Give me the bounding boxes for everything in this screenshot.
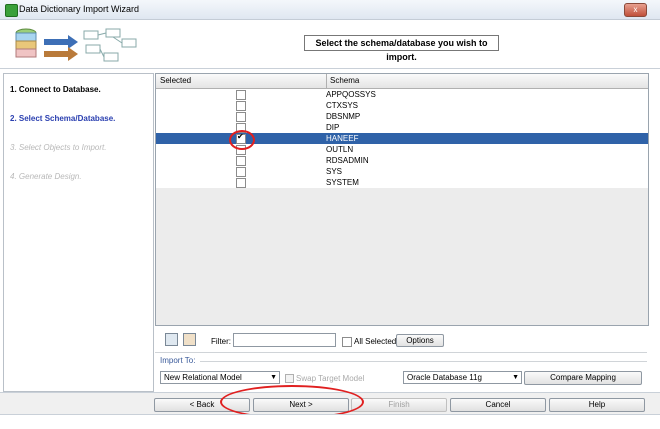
row-checkbox[interactable] [236,112,246,122]
schema-name: RDSADMIN [326,156,369,165]
schema-name: SYSTEM [326,178,359,187]
import-to-label: Import To: [160,356,196,365]
row-checkbox[interactable] [236,156,246,166]
filter-input[interactable] [233,333,336,347]
table-row[interactable]: SYSTEM [156,177,648,189]
schema-name: APPQOSSYS [326,90,376,99]
options-button[interactable]: Options [396,334,444,347]
divider [200,361,647,362]
highlight-annotation [229,130,255,150]
all-selected-checkbox[interactable] [342,337,352,347]
row-checkbox[interactable] [236,178,246,188]
chevron-down-icon: ▼ [270,374,277,381]
select-all-icon[interactable] [165,333,178,346]
deselect-all-icon[interactable] [183,333,196,346]
cancel-button[interactable]: Cancel [450,398,546,412]
window-title: Data Dictionary Import Wizard [19,4,140,14]
schema-name: OUTLN [326,145,354,154]
row-checkbox[interactable] [236,167,246,177]
schema-name: CTXSYS [326,101,359,110]
table-header: Selected Schema [156,74,648,89]
wizard-graphic-icon [15,28,137,62]
background-window [0,414,660,429]
row-checkbox[interactable] [236,101,246,111]
steps-panel: 1. Connect to Database. 2. Select Schema… [3,73,154,392]
app-icon [5,4,18,17]
swap-target-label: Swap Target Model [296,374,365,383]
step-select-schema[interactable]: 2. Select Schema/Database. [10,114,115,123]
database-select[interactable]: Oracle Database 11g ▼ [403,371,522,384]
schema-name: DIP [326,123,340,132]
database-select-value: Oracle Database 11g [407,373,483,382]
step-select-objects: 3. Select Objects to Import. [10,143,107,152]
column-header-schema[interactable]: Schema [326,74,359,88]
step-generate-design: 4. Generate Design. [10,172,82,181]
schema-name: SYS [326,167,343,176]
instruction-text: Select the schema/database you wish to i… [304,35,499,62]
model-select[interactable]: New Relational Model ▼ [160,371,280,384]
schema-name: DBSNMP [326,112,361,121]
row-checkbox[interactable] [236,90,246,100]
step-connect[interactable]: 1. Connect to Database. [10,85,101,94]
chevron-down-icon: ▼ [512,374,519,381]
filter-label: Filter: [211,337,231,346]
finish-button: Finish [351,398,447,412]
close-button[interactable]: x [624,3,647,17]
divider [155,352,647,353]
compare-mapping-button[interactable]: Compare Mapping [524,371,642,385]
filter-bar: Filter: All Selected Options [155,329,647,351]
all-selected-label: All Selected [354,337,397,346]
column-header-selected[interactable]: Selected [160,76,191,85]
help-button[interactable]: Help [549,398,645,412]
swap-target-checkbox [285,374,294,383]
model-select-value: New Relational Model [164,373,242,382]
schema-table: Selected Schema APPQOSSYS CTXSYS DBSNMP DIP… [155,73,649,326]
schema-name: HANEEF [326,134,359,143]
